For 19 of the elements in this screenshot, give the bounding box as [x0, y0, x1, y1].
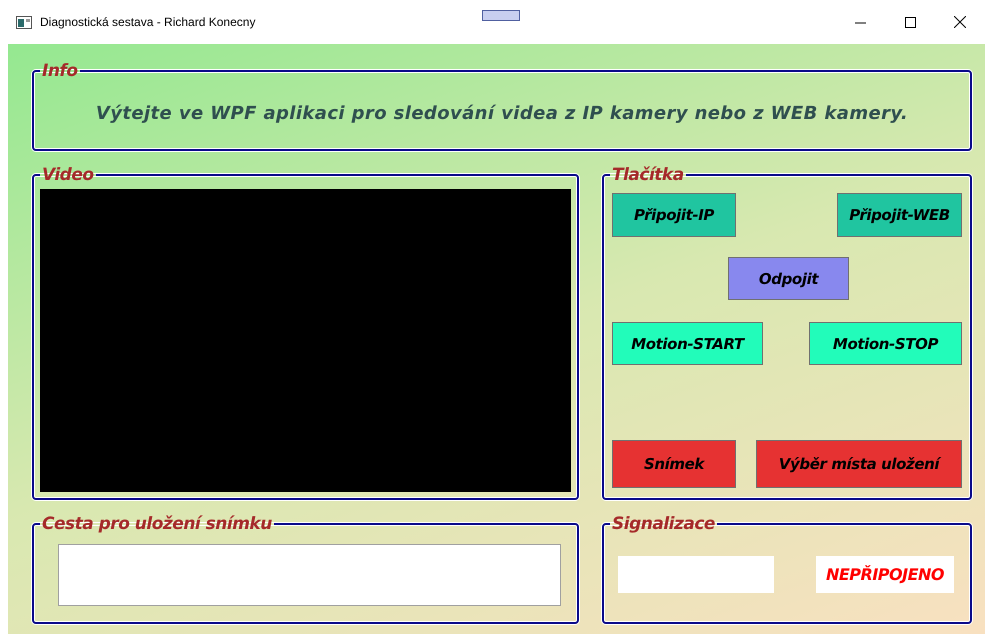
action-button[interactable]: Motion-STOP: [809, 322, 962, 365]
close-icon: [954, 16, 966, 28]
action-button[interactable]: Odpojit: [728, 257, 849, 300]
group-label: Tlačítka: [611, 167, 685, 183]
group-label: Video: [41, 167, 95, 183]
app-icon: [16, 16, 32, 28]
action-button[interactable]: Výběr místa uložení: [756, 440, 962, 488]
path-input-field[interactable]: [58, 544, 561, 606]
group-label: Signalizace: [611, 516, 716, 532]
action-button[interactable]: Připojit-IP: [612, 193, 736, 237]
group-label: Cesta pro uložení snímku: [41, 516, 273, 532]
action-button[interactable]: Motion-START: [612, 322, 763, 365]
action-button[interactable]: Snímek: [612, 440, 736, 488]
welcome-text: Výtejte ve WPF aplikaci pro sledování videa z IP kamery nebo z WEB kamery.: [96, 102, 908, 124]
drag-handle-icon[interactable]: [482, 10, 520, 21]
action-button[interactable]: Připojit-WEB: [837, 193, 962, 237]
window-title: Diagnostická sestava - Richard Konecny: [40, 15, 256, 29]
connection-status: NEPŘIPOJENO: [816, 556, 954, 592]
maximize-icon: [904, 16, 916, 28]
